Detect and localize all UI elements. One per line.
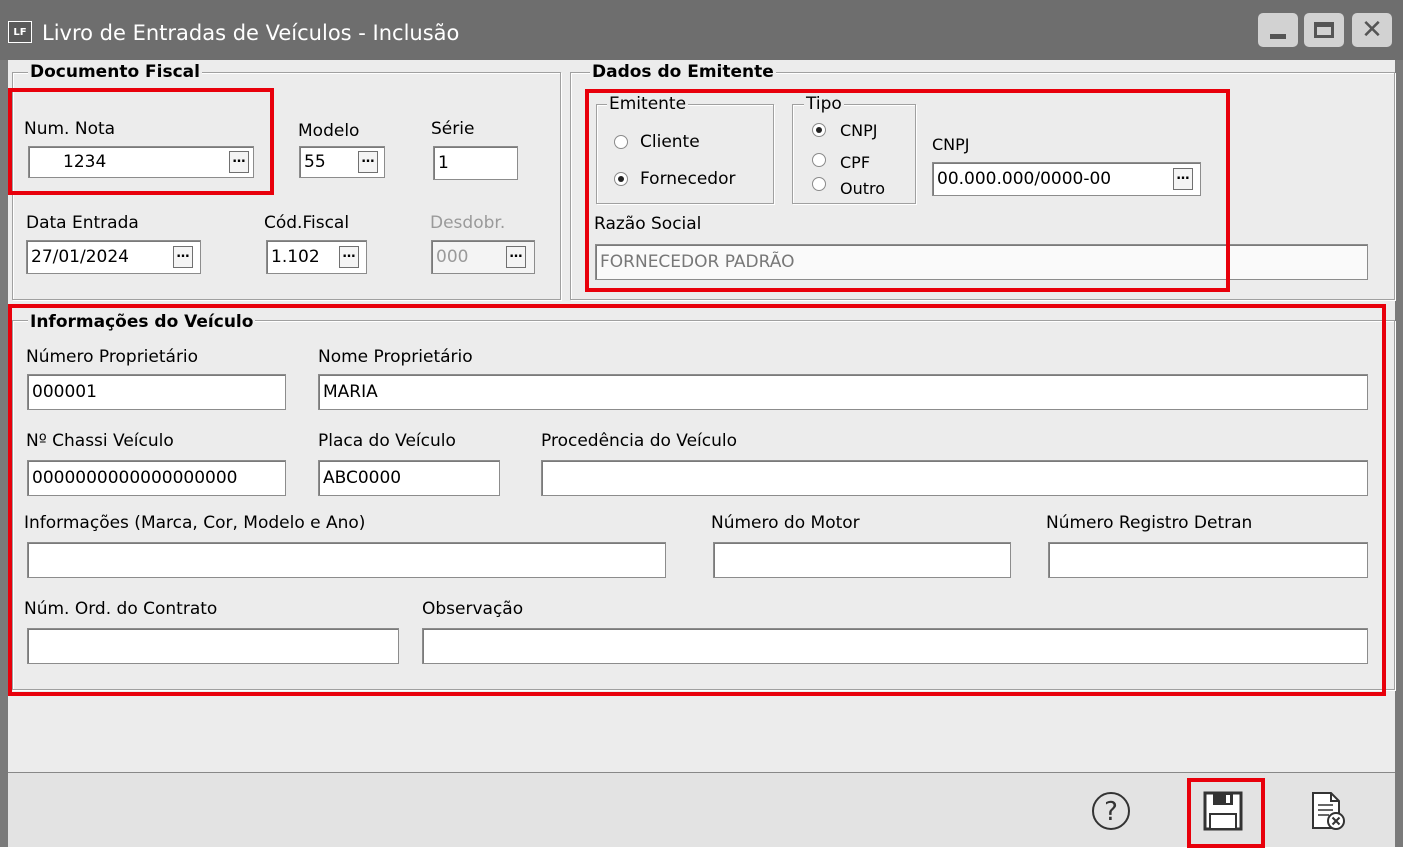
help-circle-icon: ? (1092, 792, 1130, 830)
desdobr-field: 000 … (431, 240, 535, 274)
data-entrada-field[interactable]: 27/01/2024 … (26, 240, 201, 274)
cod-fiscal-lookup-button[interactable]: … (339, 246, 359, 268)
desdobr-value: 000 (436, 247, 469, 267)
close-icon: ✕ (1361, 15, 1383, 45)
minimize-button[interactable] (1258, 13, 1298, 47)
dados-emitente-legend: Dados do Emitente (590, 62, 776, 82)
modelo-field[interactable]: 55 … (299, 146, 385, 178)
highlight-dados-emitente (585, 89, 1230, 292)
document-cancel-icon (1312, 792, 1345, 830)
highlight-num-nota (8, 88, 274, 195)
maximize-button[interactable] (1304, 13, 1344, 47)
modelo-label: Modelo (298, 121, 360, 141)
help-button[interactable]: ? (1086, 783, 1136, 839)
title-bar[interactable]: LF Livro de Entradas de Veículos - Inclu… (0, 0, 1403, 60)
serie-field[interactable]: 1 (433, 146, 518, 180)
maximize-icon (1314, 22, 1334, 38)
cod-fiscal-field[interactable]: 1.102 … (266, 240, 367, 274)
highlight-veiculo (8, 304, 1386, 696)
desdobr-lookup-button: … (506, 246, 526, 268)
modelo-value: 55 (304, 152, 326, 172)
app-icon: LF (8, 21, 32, 43)
minimize-icon (1270, 34, 1286, 39)
cancel-button[interactable] (1302, 783, 1352, 839)
svg-text:?: ? (1104, 797, 1118, 827)
app-window: LF Livro de Entradas de Veículos - Inclu… (0, 0, 1403, 848)
highlight-save-button (1187, 778, 1265, 848)
serie-label: Série (431, 119, 475, 139)
cod-fiscal-value: 1.102 (271, 247, 320, 267)
serie-value: 1 (438, 153, 449, 173)
desdobr-label: Desdobr. (430, 213, 506, 233)
data-entrada-label: Data Entrada (26, 213, 139, 233)
documento-fiscal-legend: Documento Fiscal (28, 62, 202, 82)
modelo-lookup-button[interactable]: … (358, 151, 378, 173)
window-title: Livro de Entradas de Veículos - Inclusão (42, 21, 460, 45)
close-button[interactable]: ✕ (1352, 13, 1392, 47)
cod-fiscal-label: Cód.Fiscal (264, 213, 350, 233)
data-entrada-value: 27/01/2024 (31, 247, 129, 267)
data-entrada-calendar-button[interactable]: … (173, 246, 193, 268)
